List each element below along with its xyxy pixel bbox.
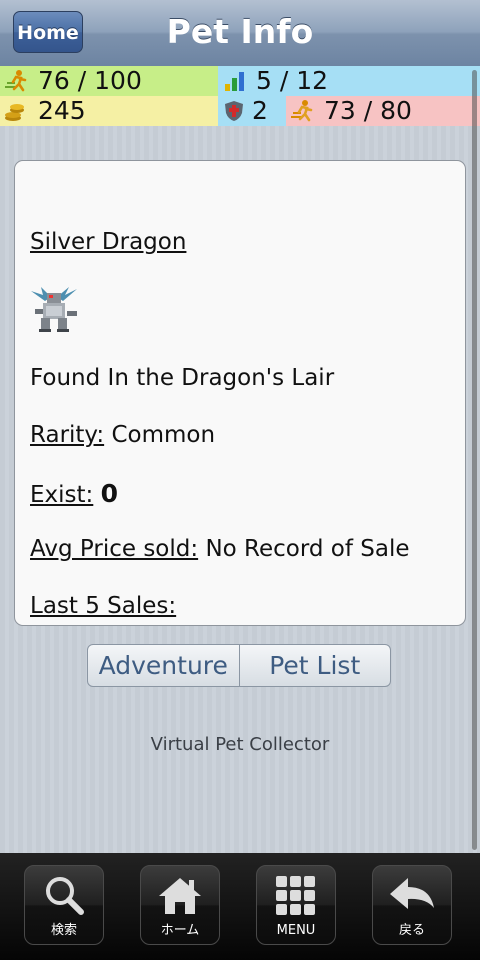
rarity-value: Common [111, 422, 216, 448]
scrollbar[interactable] [472, 70, 477, 850]
status-bar: 76 / 100 5 / 12 245 2 73 / 80 [0, 66, 480, 126]
action-buttons: Adventure Pet List [87, 644, 391, 687]
last-sales-label[interactable]: Last 5 Sales: [30, 593, 176, 619]
tab-menu-label: MENU [276, 923, 316, 938]
level-stat: 5 / 12 [218, 66, 480, 96]
home-button[interactable]: Home [13, 11, 83, 53]
energy-stat: 76 / 100 [0, 66, 218, 96]
avg-price-value: No Record of Sale [205, 536, 410, 562]
tab-search[interactable]: 検索 [24, 865, 104, 945]
tab-back-label: 戻る [398, 923, 425, 938]
last-sales-row: Last 5 Sales: [30, 593, 176, 619]
stamina-value: 73 / 80 [324, 96, 412, 125]
header-bar: Home Pet Info [0, 0, 480, 67]
adventure-button[interactable]: Adventure [88, 645, 239, 686]
defense-value: 2 [252, 96, 268, 125]
tab-search-label: 検索 [50, 923, 77, 938]
pet-info-card: Silver Dragon Found In the Dragon's Lair… [14, 160, 466, 626]
silver-dragon-image [31, 287, 77, 332]
tab-back[interactable]: 戻る [372, 865, 452, 945]
avg-price-label[interactable]: Avg Price sold: [30, 536, 198, 562]
footer-text: Virtual Pet Collector [150, 734, 330, 755]
rarity-label[interactable]: Rarity: [30, 422, 104, 448]
level-bars-icon [225, 72, 244, 91]
bottom-tab-bar: 検索 ホーム MENU 戻る [0, 853, 480, 960]
tab-menu[interactable]: MENU [256, 865, 336, 945]
defense-stat: 2 [218, 96, 286, 126]
exist-label[interactable]: Exist: [30, 482, 93, 508]
rarity-row: Rarity: Common [30, 422, 215, 448]
gold-stat: 245 [0, 96, 218, 126]
home-icon [159, 878, 201, 914]
stamina-stat: 73 / 80 [286, 96, 480, 126]
pet-list-button[interactable]: Pet List [238, 645, 391, 686]
avg-price-row: Avg Price sold: No Record of Sale [30, 536, 410, 562]
coin-stack-icon [5, 104, 24, 121]
pet-location: Found In the Dragon's Lair [30, 365, 335, 391]
pet-name-link[interactable]: Silver Dragon [30, 229, 186, 255]
level-value: 5 / 12 [256, 66, 329, 95]
search-icon [46, 877, 84, 915]
back-arrow-icon [390, 878, 434, 909]
grid-menu-icon [276, 876, 315, 915]
exist-row: Exist: 0 [30, 479, 118, 508]
shield-icon [225, 101, 243, 121]
tab-home-label: ホーム [160, 923, 200, 938]
energy-value: 76 / 100 [38, 66, 142, 95]
running-man-icon [5, 70, 27, 92]
exist-value: 0 [100, 479, 119, 508]
running-man-icon [291, 100, 313, 122]
tab-home[interactable]: ホーム [140, 865, 220, 945]
gold-value: 245 [38, 96, 86, 125]
page-title: Pet Info [166, 12, 314, 51]
